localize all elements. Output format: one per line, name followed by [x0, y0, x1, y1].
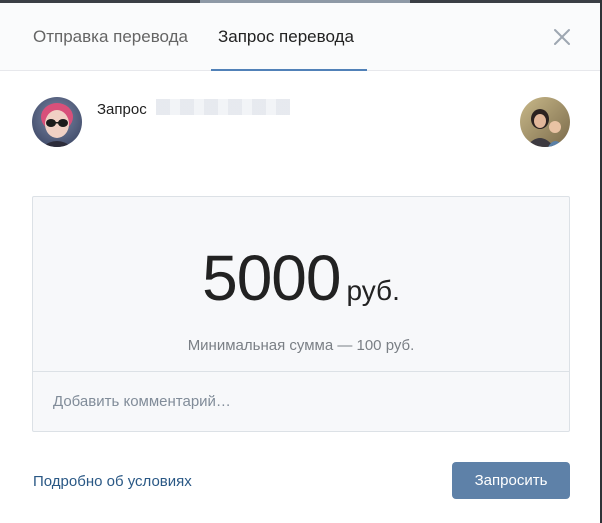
amount-box: 5000 руб. Минимальная сумма — 100 руб. — [32, 196, 570, 432]
amount-value[interactable]: 5000 — [202, 242, 341, 314]
sender-avatar[interactable] — [32, 97, 82, 147]
request-button[interactable]: Запросить — [452, 462, 570, 499]
terms-link[interactable]: Подробно об условиях — [33, 473, 192, 490]
recipient-name-blurred — [156, 99, 290, 115]
transfer-dialog: Отправка перевода Запрос перевода Запрос… — [0, 0, 602, 523]
tab-send-transfer[interactable]: Отправка перевода — [33, 3, 188, 71]
minimum-amount-note: Минимальная сумма — 100 руб. — [187, 337, 415, 354]
recipient-avatar[interactable] — [520, 97, 570, 147]
dialog-header: Отправка перевода Запрос перевода — [0, 3, 600, 71]
tab-request-transfer[interactable]: Запрос перевода — [218, 3, 354, 71]
amount-display[interactable]: 5000 руб. — [33, 241, 569, 315]
close-icon[interactable] — [548, 23, 576, 51]
comment-input[interactable] — [33, 372, 569, 431]
active-tab-indicator — [211, 69, 367, 71]
request-label: Запрос — [97, 101, 147, 118]
amount-currency: руб. — [346, 275, 400, 306]
